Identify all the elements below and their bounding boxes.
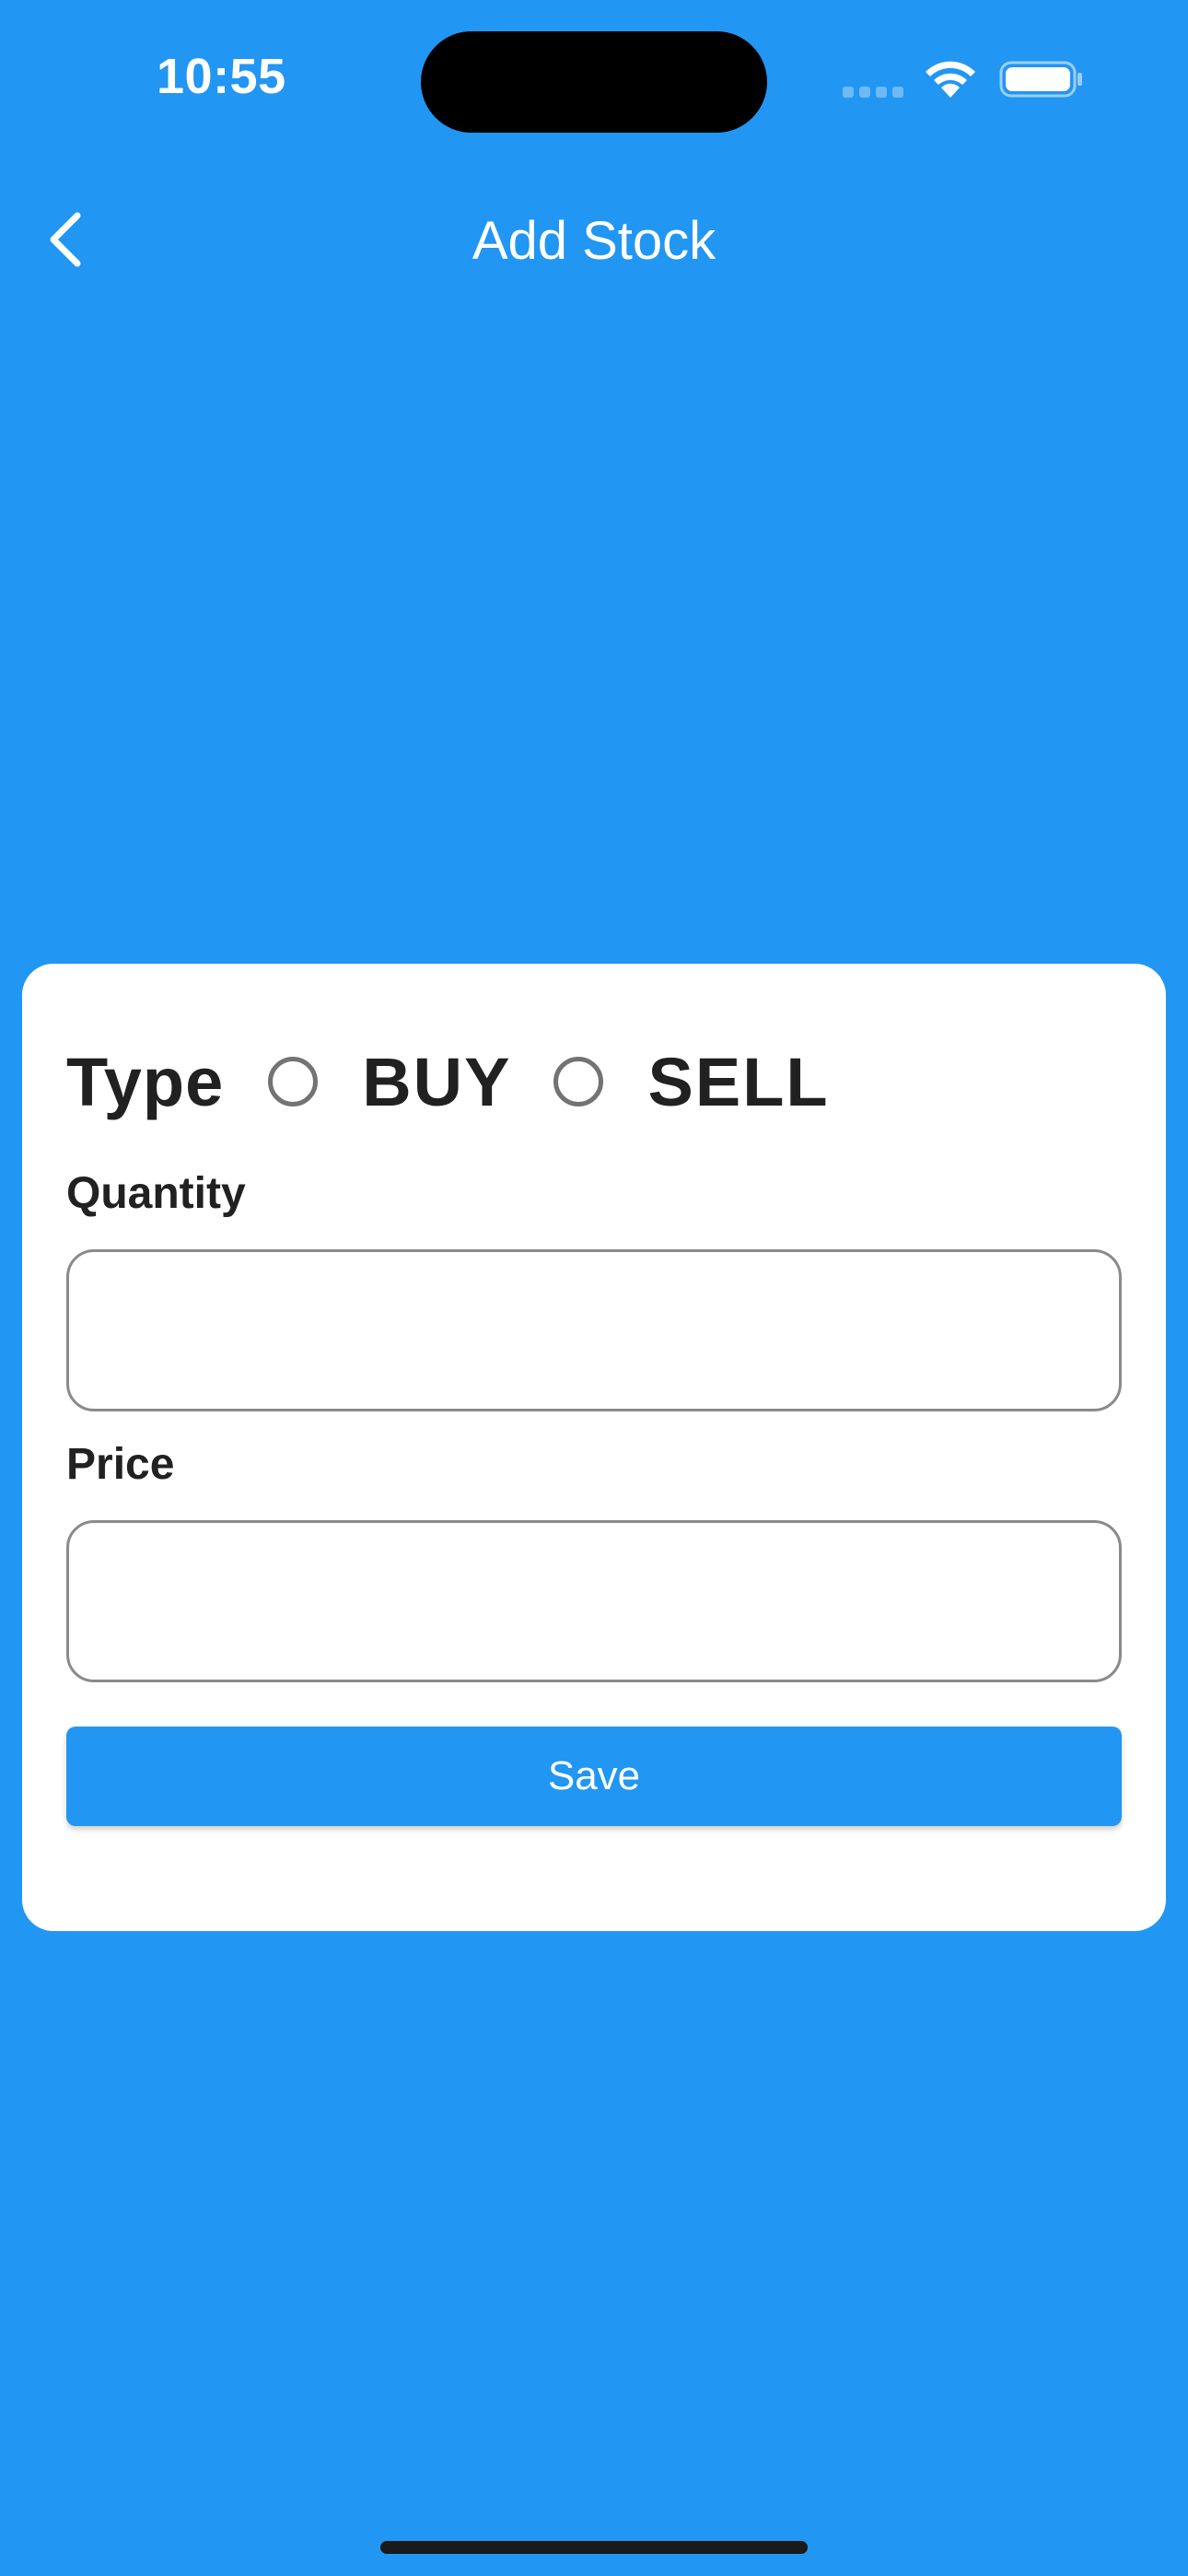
add-stock-form-card: Type BUY SELL Quantity Price Save [22, 964, 1166, 1931]
sell-radio[interactable] [553, 1057, 604, 1107]
page-title: Add Stock [472, 211, 716, 271]
wifi-icon [926, 61, 975, 98]
type-label: Type [66, 1043, 225, 1120]
buy-radio[interactable] [268, 1057, 319, 1107]
status-time: 10:55 [157, 49, 286, 104]
save-button[interactable]: Save [66, 1727, 1122, 1826]
price-label: Price [66, 1440, 175, 1489]
nav-bar: Add Stock [0, 184, 1188, 295]
buy-radio-label[interactable]: BUY [362, 1043, 511, 1121]
battery-icon [999, 61, 1082, 98]
home-indicator[interactable] [380, 2541, 808, 2554]
status-bar: 10:55 [0, 0, 1188, 166]
price-input[interactable] [66, 1520, 1122, 1682]
quantity-label: Quantity [66, 1169, 246, 1218]
type-selector: Type BUY SELL [66, 1036, 830, 1128]
dynamic-island [421, 31, 767, 133]
sell-radio-label[interactable]: SELL [647, 1043, 829, 1121]
signal-icon [843, 87, 905, 98]
quantity-input[interactable] [66, 1249, 1122, 1411]
